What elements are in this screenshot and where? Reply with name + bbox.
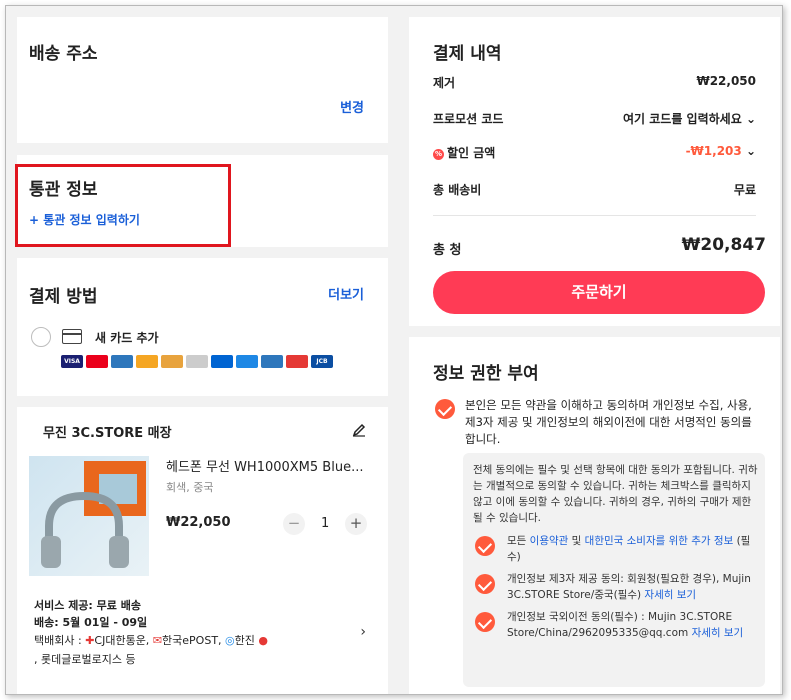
promo-input[interactable]: 여기 코드를 입력하세요 — [623, 112, 742, 126]
edit-pencil-icon[interactable] — [352, 423, 366, 437]
discount-row[interactable]: % 할인 금액 -₩1,203 ⌄ — [433, 144, 756, 161]
store-name: 무진 3C.STORE 매장 — [43, 426, 172, 441]
overseas-details-link[interactable]: 자세히 보기 — [692, 627, 744, 639]
quantity-increase-button[interactable]: + — [345, 513, 367, 535]
card-logo-icon — [211, 355, 233, 368]
shipping-fee-label: 총 배송비 — [433, 183, 482, 197]
product-name[interactable]: 헤드폰 무선 WH1000XM5 Blue... — [166, 456, 371, 475]
jcb-logo-icon: JCB — [311, 355, 333, 368]
terms-prefix: 모든 — [507, 535, 530, 547]
consent-main-text: 본인은 모든 약관을 이해하고 동의하며 개인정보 수집, 사용, 제3자 제공… — [465, 398, 752, 446]
payment-method-title: 결제 방법 — [29, 287, 98, 307]
third-party-checkbox-icon[interactable] — [475, 574, 495, 594]
carriers-label: 택배회사 : — [34, 634, 82, 647]
card-logo-icon — [136, 355, 158, 368]
third-party-details-link[interactable]: 자세히 보기 — [644, 589, 696, 601]
card-brand-logos: VISA JCB — [61, 355, 333, 368]
consent-card: 정보 권한 부여 본인은 모든 약관을 이해하고 동의하며 개인정보 수집, 사… — [409, 337, 780, 694]
korea-consumer-link[interactable]: 대한민국 소비자를 위한 추가 정보 — [585, 535, 734, 547]
terms-and: 및 — [568, 535, 585, 547]
quantity-decrease-button[interactable]: − — [283, 513, 305, 535]
unionpay-logo-icon — [111, 355, 133, 368]
agree-all-checkbox-icon[interactable] — [435, 399, 455, 419]
discount-percent-icon: % — [433, 149, 444, 160]
consent-item-terms: 모든 이용약관 및 대한민국 소비자를 위한 추가 정보 (필수) — [507, 533, 757, 565]
overseas-transfer-checkbox-icon[interactable] — [475, 612, 495, 632]
consent-details-box: 전체 동의에는 필수 및 선택 항목에 대한 동의가 포함됩니다. 귀하는 개별… — [463, 453, 765, 687]
change-address-link[interactable]: 변경 — [340, 97, 364, 116]
carrier-cj: CJ대한통운, — [94, 634, 150, 647]
shipping-address-title: 배송 주소 — [29, 44, 98, 64]
carrier-epost: 한국ePOST, — [162, 634, 222, 647]
place-order-button[interactable]: 주문하기 — [433, 271, 765, 314]
carriers-etc: 등 — [125, 653, 136, 666]
store-card: 무진 3C.STORE 매장 헤드폰 무선 WH1000XM5 Blue... … — [17, 407, 388, 694]
new-card-label[interactable]: 새 카드 추가 — [95, 329, 159, 346]
consent-title: 정보 권한 부여 — [433, 364, 539, 384]
items-row: 제거 ₩22,050 — [433, 74, 756, 91]
consent-item-third-party: 개인정보 제3자 제공 동의: 회원청(필요한 경우), Mujin 3C.ST… — [507, 571, 757, 603]
payment-method-card: 결제 방법 더보기 새 카드 추가 VISA JCB — [17, 258, 388, 396]
more-payment-link[interactable]: 더보기 — [328, 284, 364, 303]
promo-label: 프로모션 코드 — [433, 112, 504, 126]
card-logo-icon — [236, 355, 258, 368]
shipping-address-card: 배송 주소 변경 — [17, 17, 388, 143]
shipping-fee-value: 무료 — [733, 183, 756, 197]
checkout-frame: 배송 주소 변경 통관 정보 + 통관 정보 입력하기 결제 방법 더보기 새 … — [5, 5, 783, 695]
product-image[interactable] — [29, 456, 149, 576]
shipping-fee-row: 총 배송비 무료 — [433, 181, 756, 198]
highlight-box — [15, 164, 231, 247]
quantity-value: 1 — [321, 516, 330, 531]
discount-label: 할인 금액 — [447, 146, 496, 160]
card-logo-icon — [161, 355, 183, 368]
consent-description: 전체 동의에는 필수 및 선택 항목에 대한 동의가 포함됩니다. 귀하는 개별… — [473, 464, 758, 524]
service-text: 서비스 제공: 무료 배송 — [34, 599, 141, 612]
delivery-date: 배송: 5월 01일 - 09일 — [34, 616, 148, 629]
terms-link[interactable]: 이용약관 — [530, 535, 569, 547]
visa-logo-icon: VISA — [61, 355, 83, 368]
consent-item-overseas: 개인정보 국외이전 동의(필수) : Mujin 3C.STORE Store/… — [507, 609, 757, 641]
total-label: 총 청 — [433, 243, 462, 258]
new-card-radio[interactable] — [31, 327, 51, 347]
total-value: ₩20,847 — [681, 235, 766, 255]
summary-divider — [433, 215, 756, 216]
shipping-service-info: 서비스 제공: 무료 배송 배송: 5월 01일 - 09일 — [34, 597, 147, 631]
discount-value: -₩1,203 — [685, 144, 742, 158]
items-label: 제거 — [433, 76, 456, 90]
terms-checkbox-icon[interactable] — [475, 536, 495, 556]
chevron-right-icon[interactable]: › — [360, 624, 366, 640]
promo-row[interactable]: 프로모션 코드 여기 코드를 입력하세요 ⌄ — [433, 110, 756, 127]
card-logo-icon — [286, 355, 308, 368]
carrier-hanjin: 한진 — [234, 634, 255, 647]
chevron-down-icon[interactable]: ⌄ — [746, 144, 756, 158]
mastercard-logo-icon — [86, 355, 108, 368]
third-party-text: 개인정보 제3자 제공 동의: 회원청(필요한 경우), Mujin 3C.ST… — [507, 573, 751, 601]
product-option: 회색, 중국 — [166, 481, 214, 494]
carriers-list: 택배회사 : ✚CJ대한통운, ✉한국ePOST, ◎한진 ● , 롯데글로벌로… — [34, 634, 268, 666]
order-summary-title: 결제 내역 — [433, 44, 502, 64]
items-value: ₩22,050 — [696, 74, 756, 88]
amex-logo-icon — [261, 355, 283, 368]
card-logo-icon — [186, 355, 208, 368]
order-summary-card: 결제 내역 제거 ₩22,050 프로모션 코드 여기 코드를 입력하세요 ⌄ … — [409, 17, 780, 326]
chevron-down-icon[interactable]: ⌄ — [746, 112, 756, 126]
carrier-lotte: , 롯데글로벌로지스 — [34, 653, 122, 666]
product-price: ₩22,050 — [166, 515, 231, 530]
credit-card-icon — [62, 329, 82, 344]
